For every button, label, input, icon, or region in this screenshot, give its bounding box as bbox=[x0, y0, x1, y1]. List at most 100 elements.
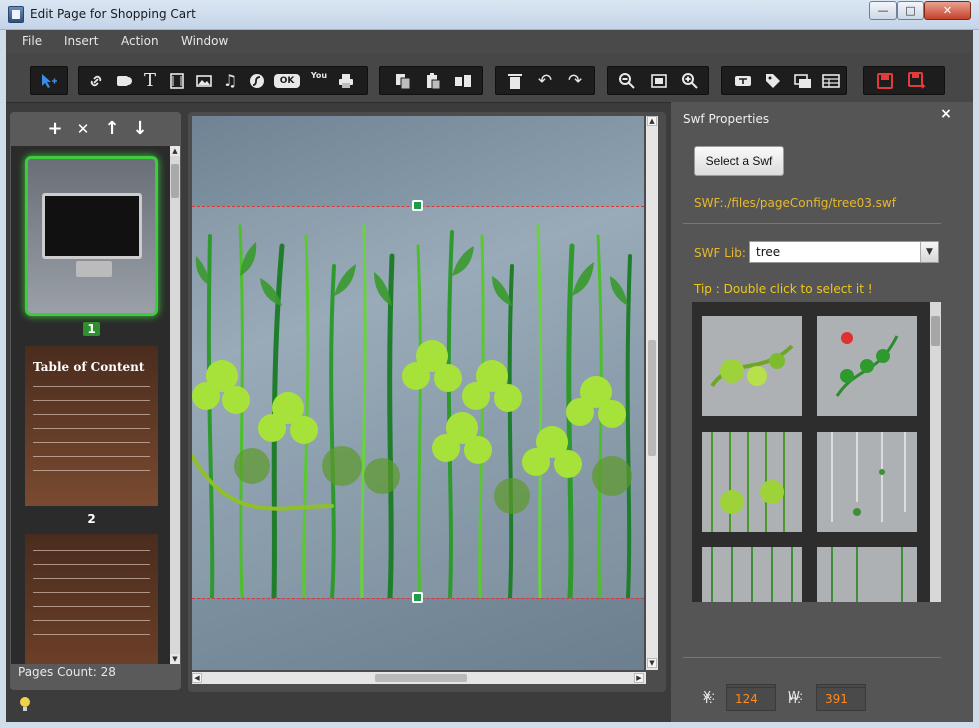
list-line bbox=[33, 634, 150, 635]
flash-icon[interactable] bbox=[246, 70, 268, 92]
scroll-right-arrow[interactable]: ▶ bbox=[634, 673, 644, 683]
scroll-thumb[interactable] bbox=[931, 316, 940, 346]
toc-line bbox=[33, 400, 150, 401]
panel-close-button[interactable]: × bbox=[938, 106, 954, 122]
scroll-up-arrow[interactable]: ▲ bbox=[647, 116, 657, 126]
window-icon[interactable] bbox=[792, 70, 814, 92]
shape-icon[interactable] bbox=[113, 70, 135, 92]
toc-line bbox=[33, 428, 150, 429]
page-number-1: 1 bbox=[25, 322, 158, 336]
monitor-preview bbox=[42, 193, 142, 259]
page-thumbnail-3[interactable] bbox=[25, 534, 158, 664]
delete-page-button[interactable]: ✕ bbox=[72, 118, 94, 140]
window-title: Edit Page for Shopping Cart bbox=[30, 7, 196, 21]
monitor-stand bbox=[76, 261, 112, 277]
image-icon[interactable] bbox=[193, 70, 215, 92]
menu-file[interactable]: File bbox=[22, 34, 42, 48]
menu-insert[interactable]: Insert bbox=[64, 34, 98, 48]
top-resize-handle[interactable] bbox=[412, 200, 423, 211]
thumbnail-scrollbar[interactable]: ▲ ▼ bbox=[170, 146, 180, 664]
maximize-button[interactable]: □ bbox=[897, 1, 924, 20]
youtube-icon-text: You bbox=[310, 71, 328, 80]
list-line bbox=[33, 592, 150, 593]
height-field[interactable]: 391 bbox=[816, 687, 866, 711]
zoom-out-icon[interactable] bbox=[616, 70, 638, 92]
canvas-panel: ▲ ▼ ◀ ▶ bbox=[188, 112, 666, 692]
toolbar-group-zoom bbox=[607, 66, 709, 95]
scroll-up-arrow[interactable]: ▲ bbox=[170, 146, 180, 156]
swf-library-item[interactable] bbox=[817, 316, 917, 416]
close-window-button[interactable]: ✕ bbox=[924, 1, 971, 20]
page-thumbnail-1[interactable] bbox=[25, 156, 158, 316]
scroll-thumb[interactable] bbox=[375, 674, 467, 682]
save-icon[interactable] bbox=[874, 70, 896, 92]
music-icon[interactable]: ♫ bbox=[219, 70, 241, 92]
y-row: Y: 124 H: 391 bbox=[671, 680, 973, 720]
tip-text: Tip : Double click to select it ! bbox=[694, 282, 873, 296]
toc-line bbox=[33, 456, 150, 457]
toolbar-group-edit: ↶ ↷ bbox=[495, 66, 595, 95]
button-icon[interactable]: OK bbox=[274, 74, 300, 88]
menu-action[interactable]: Action bbox=[121, 34, 159, 48]
printer-icon[interactable] bbox=[335, 70, 357, 92]
youtube-icon[interactable]: You bbox=[308, 70, 330, 92]
scroll-down-arrow[interactable]: ▼ bbox=[170, 654, 180, 664]
select-swf-button[interactable]: Select a Swf bbox=[694, 146, 784, 176]
library-scrollbar[interactable] bbox=[930, 302, 941, 602]
y-field[interactable]: 124 bbox=[726, 687, 776, 711]
swf-library-item[interactable] bbox=[702, 547, 802, 602]
link-icon[interactable] bbox=[85, 70, 107, 92]
swf-library-item[interactable] bbox=[817, 547, 917, 602]
toc-line bbox=[33, 470, 150, 471]
page-canvas[interactable] bbox=[192, 116, 644, 670]
text-icon[interactable]: T bbox=[139, 70, 161, 92]
move-page-down-button[interactable]: ↓ bbox=[129, 118, 151, 140]
duplicate-icon[interactable] bbox=[452, 70, 474, 92]
page-number-1-text: 1 bbox=[83, 322, 100, 336]
minimize-button[interactable]: — bbox=[869, 1, 897, 20]
swf-library-item[interactable] bbox=[702, 316, 802, 416]
move-page-up-button[interactable]: ↑ bbox=[101, 118, 123, 140]
add-page-button[interactable]: + bbox=[44, 118, 66, 140]
swf-library-item[interactable] bbox=[702, 432, 802, 532]
swf-lib-dropdown[interactable]: tree ▼ bbox=[749, 241, 939, 263]
text-box-icon[interactable] bbox=[732, 70, 754, 92]
fit-icon[interactable] bbox=[648, 70, 670, 92]
scroll-left-arrow[interactable]: ◀ bbox=[192, 673, 202, 683]
lightbulb-icon bbox=[20, 697, 30, 711]
swf-path: SWF:./files/pageConfig/tree03.swf bbox=[694, 196, 896, 210]
toc-title: Table of Content bbox=[33, 360, 145, 374]
scroll-thumb[interactable] bbox=[171, 164, 179, 198]
page-thumbnail-list: 1 Table of Content 2 bbox=[11, 146, 170, 664]
scroll-down-arrow[interactable]: ▼ bbox=[647, 658, 657, 668]
video-icon[interactable] bbox=[166, 70, 188, 92]
chevron-down-icon[interactable]: ▼ bbox=[920, 242, 938, 262]
tag-icon[interactable] bbox=[762, 70, 784, 92]
swf-object[interactable] bbox=[192, 206, 644, 601]
table-icon[interactable] bbox=[820, 70, 842, 92]
delete-icon[interactable] bbox=[504, 70, 526, 92]
save-exit-icon[interactable] bbox=[906, 70, 928, 92]
canvas-horizontal-scrollbar[interactable]: ◀ ▶ bbox=[192, 672, 646, 684]
editor-client: File Insert Action Window T ♫ OK You ↶ ↷… bbox=[6, 30, 973, 722]
page-thumbnail-2[interactable]: Table of Content bbox=[25, 346, 158, 506]
select-tool-icon[interactable] bbox=[38, 70, 60, 92]
toc-line bbox=[33, 414, 150, 415]
scroll-thumb[interactable] bbox=[648, 340, 656, 456]
y-label: Y: bbox=[703, 692, 713, 706]
zoom-in-icon[interactable] bbox=[679, 70, 701, 92]
canvas-vertical-scrollbar[interactable]: ▲ ▼ bbox=[646, 116, 658, 670]
panel-title: Swf Properties bbox=[683, 112, 770, 126]
redo-icon[interactable]: ↷ bbox=[564, 70, 586, 92]
toc-line bbox=[33, 442, 150, 443]
copy-icon[interactable] bbox=[392, 70, 414, 92]
swf-library-grid bbox=[692, 302, 941, 602]
bottom-resize-handle[interactable] bbox=[412, 592, 423, 603]
swf-library-item[interactable] bbox=[817, 432, 917, 532]
list-line bbox=[33, 550, 150, 551]
paste-icon[interactable] bbox=[422, 70, 444, 92]
undo-icon[interactable]: ↶ bbox=[534, 70, 556, 92]
menu-window[interactable]: Window bbox=[181, 34, 228, 48]
divider bbox=[683, 223, 941, 224]
toolbar-group-select bbox=[30, 66, 68, 95]
